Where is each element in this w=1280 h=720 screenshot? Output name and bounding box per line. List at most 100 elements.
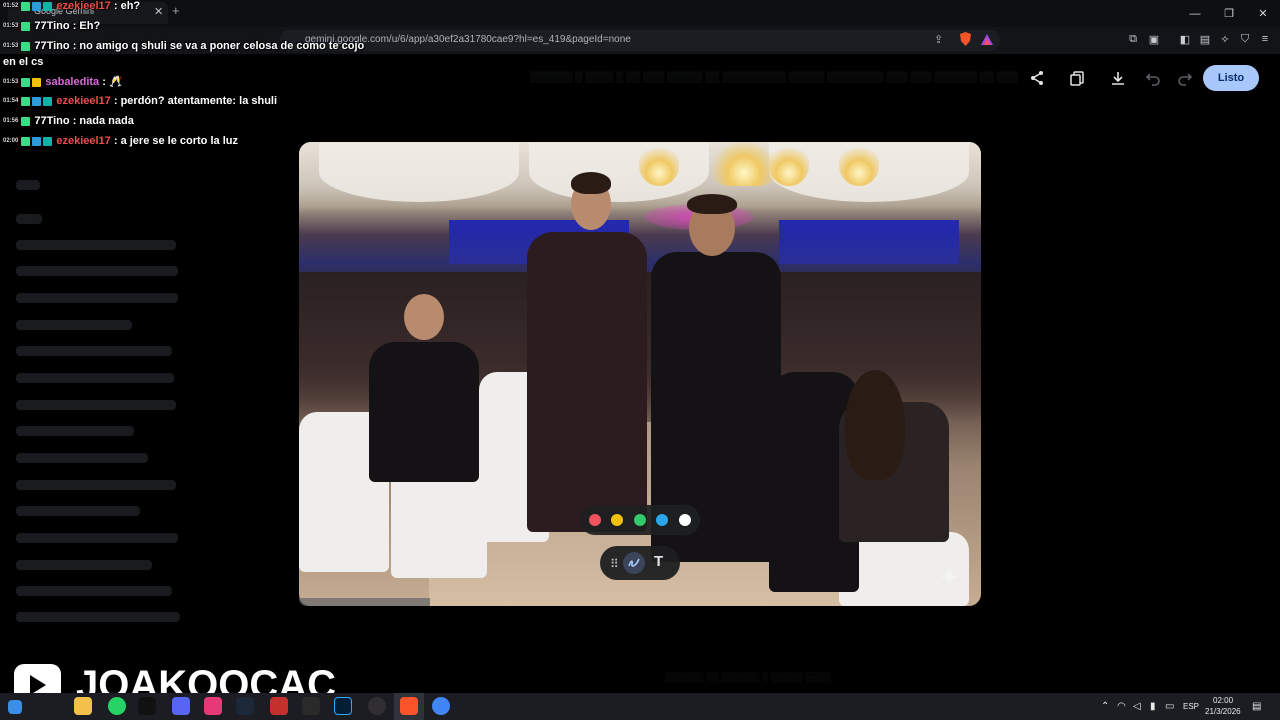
vpn-icon[interactable]: ⛉ xyxy=(1237,31,1253,47)
close-window-icon[interactable]: ✕ xyxy=(1246,0,1280,27)
notifications-icon[interactable]: ▤ xyxy=(1252,701,1261,712)
minimize-icon[interactable]: — xyxy=(1178,0,1212,27)
sidebar-item xyxy=(16,586,172,596)
photo-stage-light xyxy=(779,220,959,264)
share-icon[interactable] xyxy=(1025,66,1049,90)
chat-username: 77Tino xyxy=(34,40,70,52)
text-tool-icon[interactable]: T xyxy=(654,553,663,570)
chat-username: ezekieel17 xyxy=(56,135,111,147)
download-icon[interactable] xyxy=(1106,66,1130,90)
color-white-swatch[interactable] xyxy=(679,514,691,526)
whatsapp-icon[interactable] xyxy=(108,697,126,715)
steam-icon[interactable] xyxy=(236,697,254,715)
chat-text: : a jere se le corto la luz xyxy=(113,135,238,147)
chat-message-continued: en el cs xyxy=(3,56,44,68)
sidebar-item xyxy=(16,453,148,463)
sidebar-item xyxy=(16,506,140,516)
sidebar-item xyxy=(16,480,176,490)
sidebar-icon[interactable]: ◧ xyxy=(1177,31,1193,47)
tiktok-live-icon[interactable] xyxy=(204,697,222,715)
color-green-swatch[interactable] xyxy=(634,514,646,526)
photo-chandelier xyxy=(769,142,809,186)
volume-icon[interactable]: ◁ xyxy=(1133,701,1141,712)
url-share-icon[interactable]: ⇪ xyxy=(934,33,943,46)
photoshop-icon[interactable] xyxy=(334,697,352,715)
extensions-icon[interactable]: ⧉ xyxy=(1125,31,1141,47)
wallet-icon[interactable]: ▤ xyxy=(1197,31,1213,47)
new-tab-icon[interactable]: + xyxy=(172,3,180,18)
chat-username: ezekieel17 xyxy=(56,95,111,107)
color-red-swatch[interactable] xyxy=(589,514,601,526)
color-blue-swatch[interactable] xyxy=(656,514,668,526)
recorder-icon[interactable] xyxy=(270,697,288,715)
windows-taskbar: ⌃ ◠ ◁ ▮ ▭ ESP 02:00 21/3/2026 ▤ xyxy=(0,693,1280,720)
sidebar-item xyxy=(16,533,178,543)
chat-message: 01:52 ezekieel17 : eh? xyxy=(3,0,140,12)
battery-icon[interactable]: ▭ xyxy=(1165,701,1174,712)
chat-username: 77Tino xyxy=(34,115,70,127)
url-field[interactable]: gemini.google.com/u/6/app/a30ef2a31780ca… xyxy=(280,30,1000,51)
chat-time: 01:53 xyxy=(3,43,19,50)
tab-close-icon[interactable]: ✕ xyxy=(154,5,163,18)
drag-handle-icon[interactable]: ⠿ xyxy=(610,557,619,571)
badge-icon xyxy=(21,116,31,126)
crown-badge-icon xyxy=(32,77,42,87)
chat-message: 01:53 77Tino : Eh? xyxy=(3,20,100,32)
background-chat-title: ▒▒▒▒▒▒ ▒ ▒▒▒▒ ▒ ▒▒ ▒▒▒ ▒▒▒▒▒ ▒▒ ▒▒▒▒▒▒▒▒… xyxy=(530,72,1019,83)
discord-icon[interactable] xyxy=(172,697,190,715)
language-indicator[interactable]: ESP xyxy=(1183,702,1199,711)
menu-icon[interactable]: ≡ xyxy=(1257,31,1273,47)
chrome-icon[interactable] xyxy=(432,697,450,715)
tab-search-icon[interactable]: ▣ xyxy=(1146,31,1162,47)
copy-icon[interactable] xyxy=(1065,66,1089,90)
chat-message: 01:54 ezekieel17 : perdón? atentamente: l… xyxy=(3,95,277,107)
chat-time: 01:53 xyxy=(3,23,19,30)
badge-icon xyxy=(32,96,42,106)
start-icon[interactable] xyxy=(8,700,22,714)
chat-message: 01:56 77Tino : nada nada xyxy=(3,115,134,127)
brave-icon[interactable] xyxy=(400,697,418,715)
sidebar-item xyxy=(16,293,178,303)
obs-icon[interactable] xyxy=(368,697,386,715)
brave-shield-icon[interactable] xyxy=(957,31,973,47)
clock-time[interactable]: 02:00 xyxy=(1213,696,1233,705)
badge-icon xyxy=(43,1,53,11)
play-icon xyxy=(30,675,46,695)
restore-icon[interactable]: ❐ xyxy=(1212,0,1246,27)
tiktok-icon[interactable] xyxy=(138,697,156,715)
chat-text: : 🥂 xyxy=(102,76,123,88)
sidebar-item xyxy=(16,426,134,436)
chat-time: 02:00 xyxy=(3,138,19,145)
color-yellow-swatch[interactable] xyxy=(611,514,623,526)
draw-tool-icon[interactable] xyxy=(623,552,645,574)
browser-tab-bar: Google Gemini ✕ + — ❐ ✕ xyxy=(0,0,1280,27)
clock-date[interactable]: 21/3/2026 xyxy=(1205,707,1241,716)
leo-icon[interactable]: ✧ xyxy=(1217,31,1233,47)
tray-chevron-icon[interactable]: ⌃ xyxy=(1101,701,1109,712)
undo-icon[interactable] xyxy=(1141,66,1165,90)
edited-photo[interactable] xyxy=(299,142,981,606)
chat-text: : nada nada xyxy=(72,115,134,127)
brave-rewards-icon[interactable] xyxy=(979,31,995,47)
background-sidebar xyxy=(0,160,200,640)
window-controls: — ❐ ✕ xyxy=(1178,0,1280,27)
mic-icon[interactable]: ▮ xyxy=(1150,701,1156,712)
wifi-icon[interactable]: ◠ xyxy=(1117,701,1126,712)
chat-message: 01:53 sabaledita : 🥂 xyxy=(3,75,123,88)
chat-text: : eh? xyxy=(113,0,141,12)
sidebar-item xyxy=(16,373,174,383)
sidebar-item xyxy=(16,240,176,250)
epic-games-icon[interactable] xyxy=(302,697,320,715)
chat-username: sabaledita xyxy=(45,76,100,88)
chat-time: 01:53 xyxy=(3,79,19,86)
done-button[interactable]: Listo xyxy=(1203,65,1259,91)
badge-icon xyxy=(32,136,42,146)
badge-icon xyxy=(21,1,31,11)
redo-icon[interactable] xyxy=(1173,66,1197,90)
photo-hair-right xyxy=(687,194,737,214)
sidebar-item xyxy=(16,320,132,330)
sidebar-item xyxy=(16,214,42,224)
file-explorer-icon[interactable] xyxy=(74,697,92,715)
sidebar-item xyxy=(16,266,178,276)
badge-icon xyxy=(21,77,31,87)
